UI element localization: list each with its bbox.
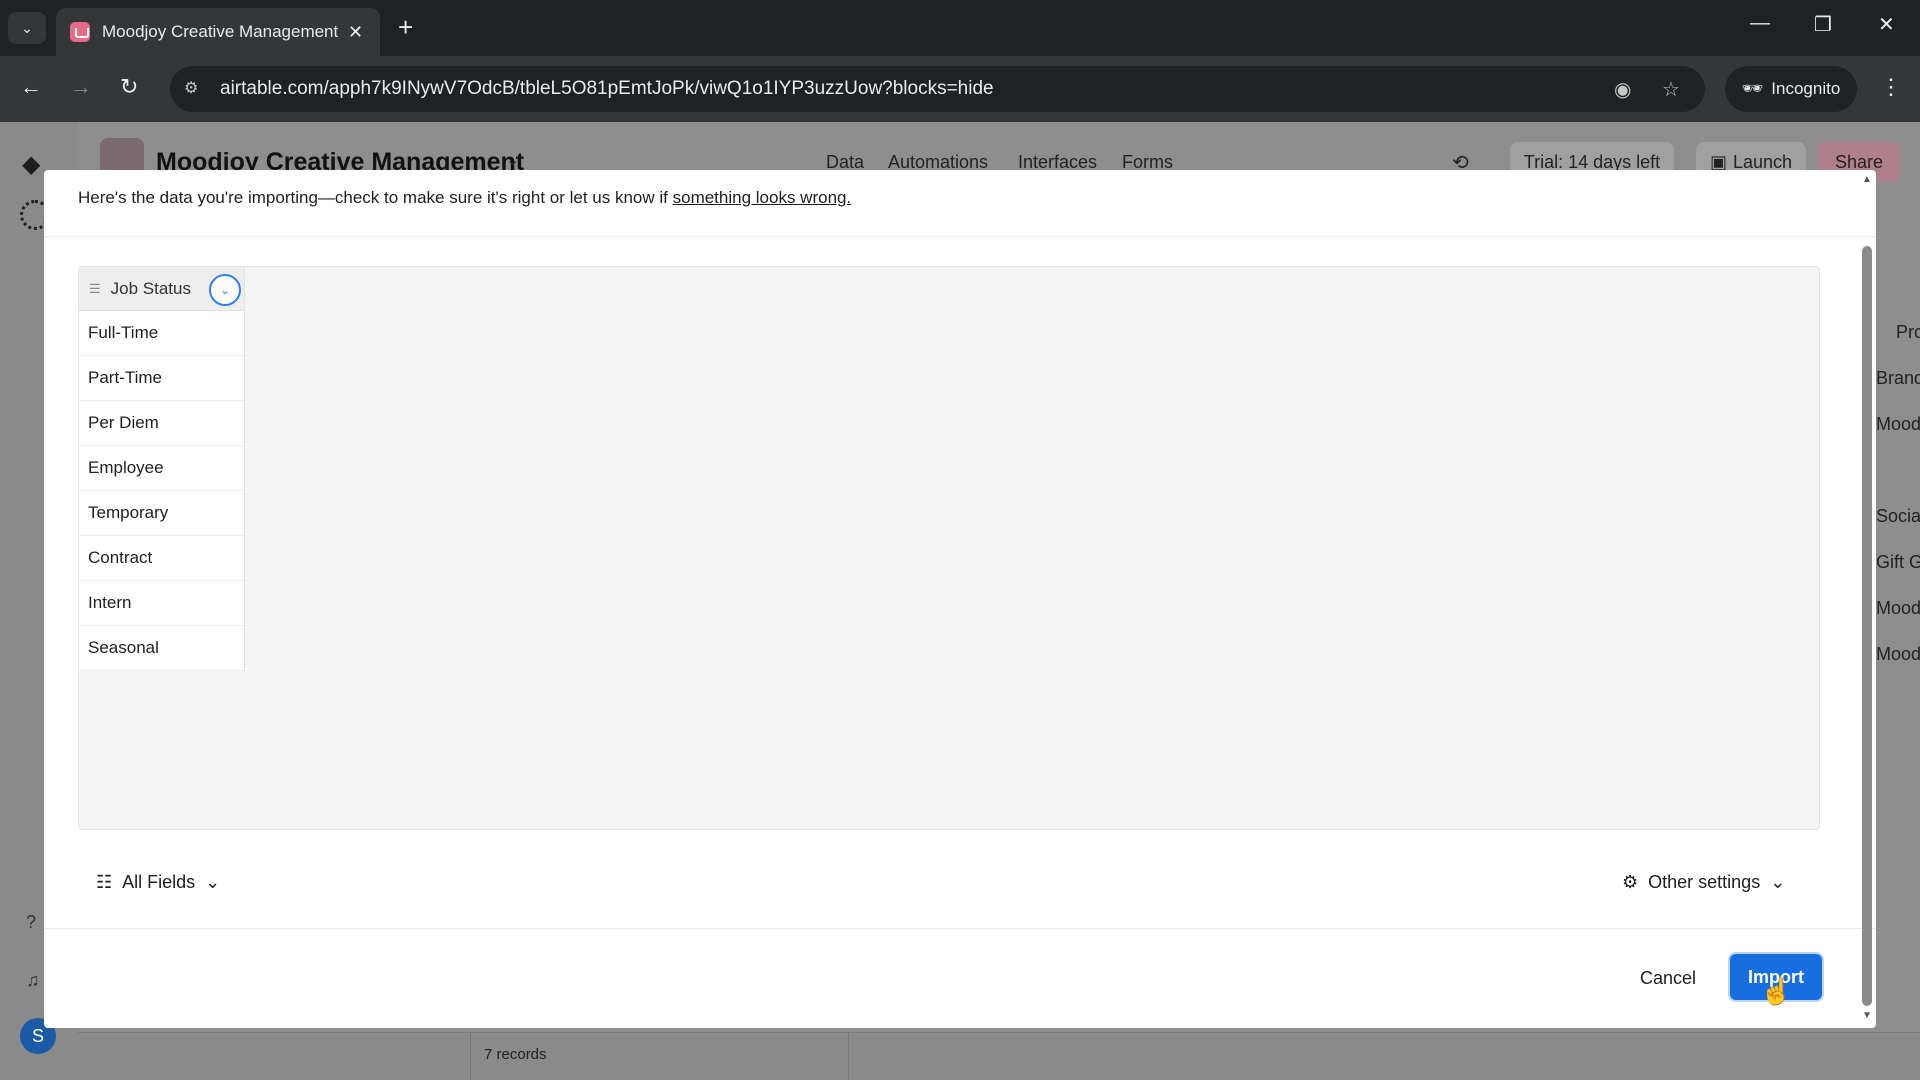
background-row: Mood	[1876, 644, 1920, 664]
all-fields-dropdown[interactable]: ☷ All Fields ⌄	[96, 872, 220, 893]
back-icon[interactable]: ←	[20, 74, 42, 100]
chevron-down-icon: ⌄	[1770, 872, 1786, 892]
restore-icon[interactable]: ❐	[1814, 12, 1832, 37]
modal-scrollbar[interactable]: ▲ ▼	[1856, 170, 1876, 1028]
incognito-icon: 🕶	[1741, 79, 1764, 98]
plus-icon[interactable]: +	[398, 14, 413, 40]
footer-divider	[848, 1033, 849, 1080]
field-options-chevron-down-icon[interactable]: ⌄	[209, 274, 241, 306]
bell-icon[interactable]: ♫	[26, 970, 40, 991]
list-item: Contract	[79, 536, 245, 581]
background-row: Mood	[1876, 598, 1920, 618]
list-item: Intern	[79, 581, 245, 626]
browser-tab[interactable]: Moodjoy Creative Management ✕	[56, 8, 380, 56]
intro-text: Here's the data you're importing—check t…	[78, 188, 673, 207]
tab-search-icon[interactable]: ⌄	[8, 12, 46, 44]
browser-tab-bar: ⌄ Moodjoy Creative Management ✕ + — ❐ ✕	[0, 0, 1920, 56]
window-close-icon[interactable]: ✕	[1878, 12, 1895, 37]
address-bar: ← → ↻ ⚙ airtable.com/apph7k9INywV7OdcB/t…	[0, 56, 1920, 122]
cancel-button[interactable]: Cancel	[1622, 956, 1714, 1000]
minimize-icon[interactable]: —	[1750, 12, 1770, 35]
divider	[44, 928, 1876, 929]
reload-icon[interactable]: ↻	[120, 74, 138, 100]
footer-divider	[470, 1033, 471, 1080]
incognito-badge[interactable]: 🕶 Incognito	[1725, 66, 1857, 112]
background-row: Social	[1876, 506, 1920, 526]
scrollbar-thumb[interactable]	[1862, 246, 1872, 1006]
divider	[44, 236, 1876, 237]
chevron-down-icon[interactable]: ⌄	[506, 150, 519, 170]
other-settings-dropdown[interactable]: ⚙ Other settings ⌄	[1622, 872, 1785, 893]
records-count: 7 records	[484, 1046, 547, 1063]
background-footer	[78, 1032, 1920, 1080]
background-row: Brand	[1876, 368, 1920, 388]
cursor-icon: ☝	[1760, 976, 1793, 1006]
star-icon[interactable]: ☆	[1662, 77, 1680, 102]
something-looks-wrong-link[interactable]: something looks wrong.	[673, 188, 852, 207]
background-row: Gift G	[1876, 552, 1920, 572]
forward-icon[interactable]: →	[70, 74, 92, 100]
all-fields-label: All Fields	[122, 872, 196, 892]
other-settings-label: Other settings	[1648, 872, 1761, 892]
list-item: Seasonal	[79, 626, 245, 671]
url-text[interactable]: airtable.com/apph7k9INywV7OdcB/tbleL5O81…	[220, 78, 994, 100]
chevron-down-icon: ⌄	[205, 872, 221, 892]
background-row: Pro	[1896, 322, 1920, 342]
airtable-favicon-icon	[70, 22, 90, 42]
list-icon: ☷	[96, 872, 113, 892]
list-item: Full-Time	[79, 311, 245, 356]
background-row: Mood	[1876, 414, 1920, 434]
help-icon[interactable]: ?	[26, 912, 36, 933]
list-icon: ☰	[89, 280, 101, 296]
import-preview-grid: ☰ Job Status ⌄ Full-Time Part-Time Per D…	[78, 266, 1820, 830]
site-info-icon[interactable]: ⚙	[184, 78, 198, 98]
field-name: Job Status	[110, 278, 191, 298]
modal-intro: Here's the data you're importing—check t…	[78, 188, 851, 208]
list-item: Part-Time	[79, 356, 245, 401]
list-item: Temporary	[79, 491, 245, 536]
close-icon[interactable]: ✕	[348, 22, 363, 43]
tab-title: Moodjoy Creative Management	[102, 22, 338, 41]
list-item: Employee	[79, 446, 245, 491]
omnibox[interactable]: ⚙ airtable.com/apph7k9INywV7OdcB/tbleL5O…	[170, 66, 1705, 112]
scroll-up-icon[interactable]: ▲	[1862, 174, 1872, 185]
incognito-label: Incognito	[1771, 79, 1841, 98]
more-vert-icon[interactable]: ⋮	[1880, 74, 1902, 100]
eye-off-icon[interactable]: ◉	[1614, 77, 1631, 102]
scroll-down-icon[interactable]: ▼	[1862, 1010, 1872, 1021]
import-modal: Here's the data you're importing—check t…	[44, 170, 1876, 1028]
field-values: Full-Time Part-Time Per Diem Employee Te…	[79, 311, 245, 671]
list-item: Per Diem	[79, 401, 245, 446]
gear-icon: ⚙	[1622, 872, 1639, 892]
